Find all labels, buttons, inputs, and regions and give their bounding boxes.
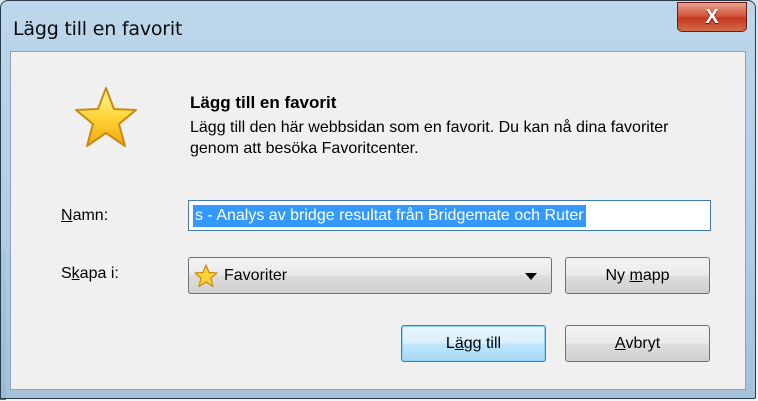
name-input[interactable]: s - Analys av bridge resultat från Bridg…	[188, 200, 711, 231]
star-icon	[194, 264, 218, 288]
chevron-down-icon[interactable]	[525, 273, 537, 280]
create-in-value: Favoriter	[224, 267, 288, 284]
close-icon: X	[705, 5, 719, 28]
close-button[interactable]: X	[677, 2, 747, 32]
cancel-button[interactable]: Avbryt	[565, 325, 710, 362]
dialog-heading: Lägg till en favorit	[190, 93, 337, 112]
name-label: Namn:	[61, 207, 109, 224]
add-favorite-dialog: Lägg till en favorit X Lägg till en favo…	[0, 0, 756, 399]
create-in-dropdown[interactable]: Favoriter	[188, 257, 552, 294]
name-input-value: s - Analys av bridge resultat från Bridg…	[193, 205, 586, 227]
new-folder-button[interactable]: Ny m app	[565, 257, 710, 294]
add-button[interactable]: Lä gg till	[401, 325, 546, 362]
dialog-title: Lägg till en favorit	[13, 18, 183, 40]
title-bar: Lägg till en favorit X	[1, 1, 755, 51]
dialog-description: Lägg till den här webbsidan som en favor…	[190, 119, 669, 157]
create-in-label: Skapa i:	[61, 265, 119, 282]
star-icon	[75, 87, 137, 147]
